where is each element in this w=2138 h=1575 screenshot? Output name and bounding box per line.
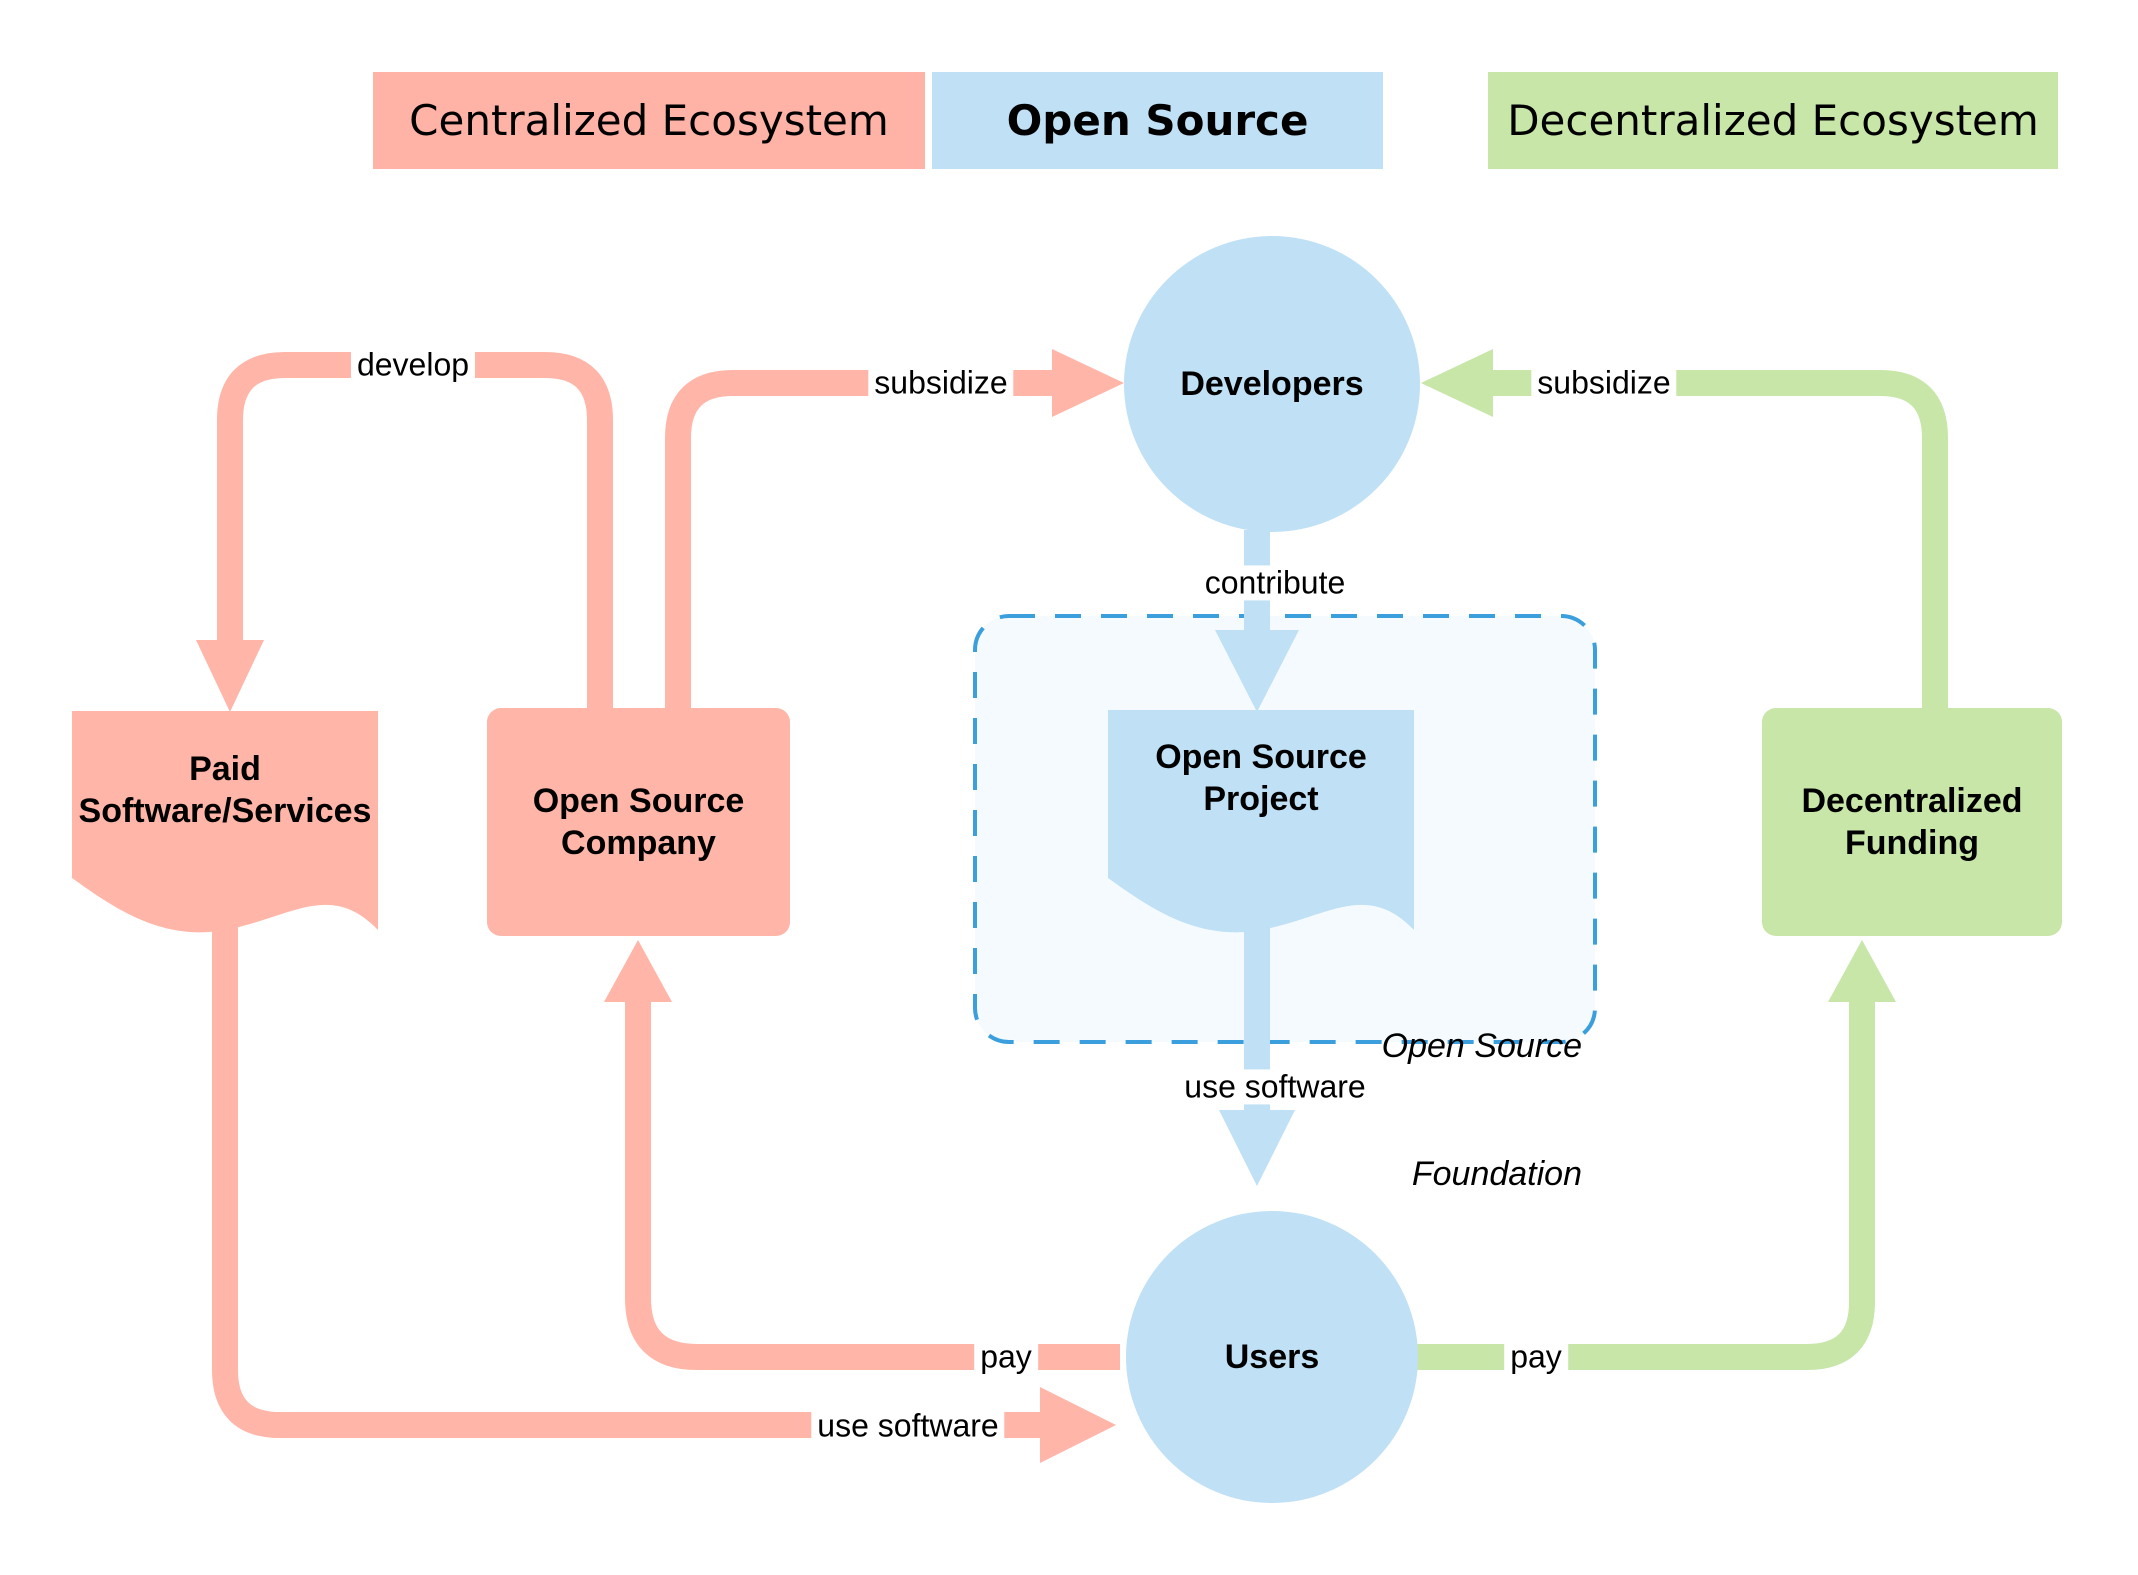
cluster-label-line2: Foundation <box>1411 1154 1582 1193</box>
edge-label-subsidize-funding: subsidize <box>1531 365 1677 401</box>
node-decentralized-funding-shape[interactable] <box>1762 708 2062 936</box>
edge-pay-funding-arrowhead <box>1828 940 1896 1002</box>
legend-label-decentralized: Decentralized Ecosystem <box>1507 96 2039 145</box>
edge-label-subsidize-company: subsidize <box>868 365 1014 401</box>
edge-use-software-paid-arrowhead <box>1040 1387 1116 1463</box>
edge-label-contribute: contribute <box>1198 565 1352 601</box>
edge-label-use-software-paid: use software <box>811 1408 1005 1444</box>
edge-use-software-project-arrowhead <box>1219 1110 1295 1186</box>
cluster-label-open-source-foundation: Open Source Foundation <box>1370 940 1582 1280</box>
edge-pay-company-path <box>625 1000 1120 1370</box>
edge-subsidize-company-arrowhead <box>1052 349 1124 417</box>
legend-item-decentralized-ecosystem: Decentralized Ecosystem <box>1488 72 2058 169</box>
node-paid-software-services-shape[interactable] <box>72 711 378 933</box>
legend-item-centralized-ecosystem: Centralized Ecosystem <box>373 72 925 169</box>
edge-label-develop: develop <box>350 347 476 383</box>
edge-subsidize-funding-arrowhead <box>1421 349 1493 417</box>
legend-item-open-source: Open Source <box>932 72 1383 169</box>
edge-label-use-software-project: use software <box>1178 1069 1372 1105</box>
legend-label-centralized: Centralized Ecosystem <box>409 96 889 145</box>
node-open-source-project-shape[interactable] <box>1108 710 1414 933</box>
flow-diagram-svg <box>72 72 2062 1503</box>
edge-label-pay-company: pay <box>974 1339 1038 1375</box>
diagram-canvas: Centralized Ecosystem Open Source Decent… <box>0 0 2138 1575</box>
legend-label-opensource: Open Source <box>1006 96 1309 145</box>
cluster-label-line1: Open Source <box>1381 1027 1582 1065</box>
node-developers-shape[interactable] <box>1124 236 1420 532</box>
edge-develop-path <box>217 352 613 710</box>
edge-develop-arrowhead <box>196 640 264 712</box>
node-open-source-company-shape[interactable] <box>487 708 790 936</box>
edge-label-pay-funding: pay <box>1504 1339 1568 1375</box>
edge-pay-company-arrowhead <box>604 940 672 1002</box>
